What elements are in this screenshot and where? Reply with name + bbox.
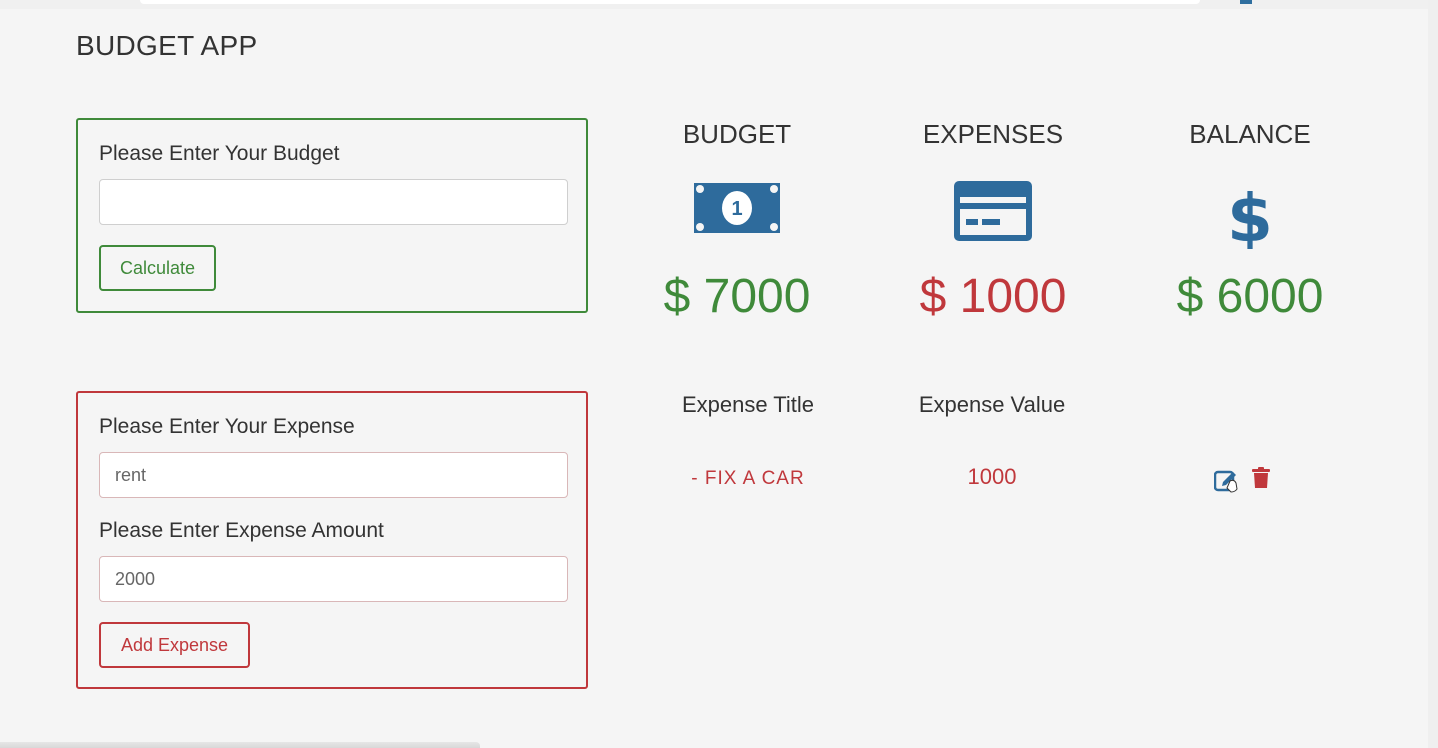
budget-input[interactable] (99, 179, 568, 225)
budget-amount: $ 7000 (663, 270, 811, 323)
money-bill-icon: 1 (607, 181, 867, 241)
credit-card-icon (863, 181, 1123, 241)
budget-label: BUDGET (682, 119, 792, 149)
expense-amount-label: Please Enter Expense Amount (99, 519, 384, 542)
expense-title-label: Please Enter Your Expense (99, 415, 355, 438)
budget-form: Please Enter Your Budget Calculate (76, 118, 588, 313)
calculate-button[interactable]: Calculate (99, 245, 216, 291)
expense-title-input[interactable] (99, 452, 568, 498)
expense-form: Please Enter Your Expense Please Enter E… (76, 391, 588, 689)
svg-text:1: 1 (731, 198, 742, 220)
dollar-sign-icon: $ (1120, 181, 1380, 249)
svg-text:$: $ (1228, 181, 1272, 249)
balance-label: BALANCE (1189, 119, 1311, 149)
bottom-scroll-shadow (0, 742, 480, 748)
expenses-amount: $ 1000 (919, 270, 1067, 323)
expense-amount-input[interactable] (99, 556, 568, 602)
trash-icon[interactable] (1252, 467, 1270, 489)
window-right-edge (1428, 0, 1438, 748)
expense-row-value: 1000 (967, 464, 1017, 489)
expense-value-header: Expense Value (918, 392, 1066, 417)
browser-top-strip (0, 0, 1438, 9)
balance-amount: $ 6000 (1176, 270, 1324, 323)
expenses-label: EXPENSES (922, 119, 1064, 149)
address-bar-edge (140, 0, 1200, 4)
budget-input-label: Please Enter Your Budget (99, 142, 340, 165)
expense-title-header: Expense Title (681, 392, 815, 417)
toolbar-mark (1240, 0, 1252, 4)
app-title: BUDGET APP (76, 30, 258, 61)
edit-icon[interactable] (1213, 467, 1240, 493)
expense-row-title: - FIX A CAR (691, 468, 805, 489)
add-expense-button[interactable]: Add Expense (99, 622, 250, 668)
